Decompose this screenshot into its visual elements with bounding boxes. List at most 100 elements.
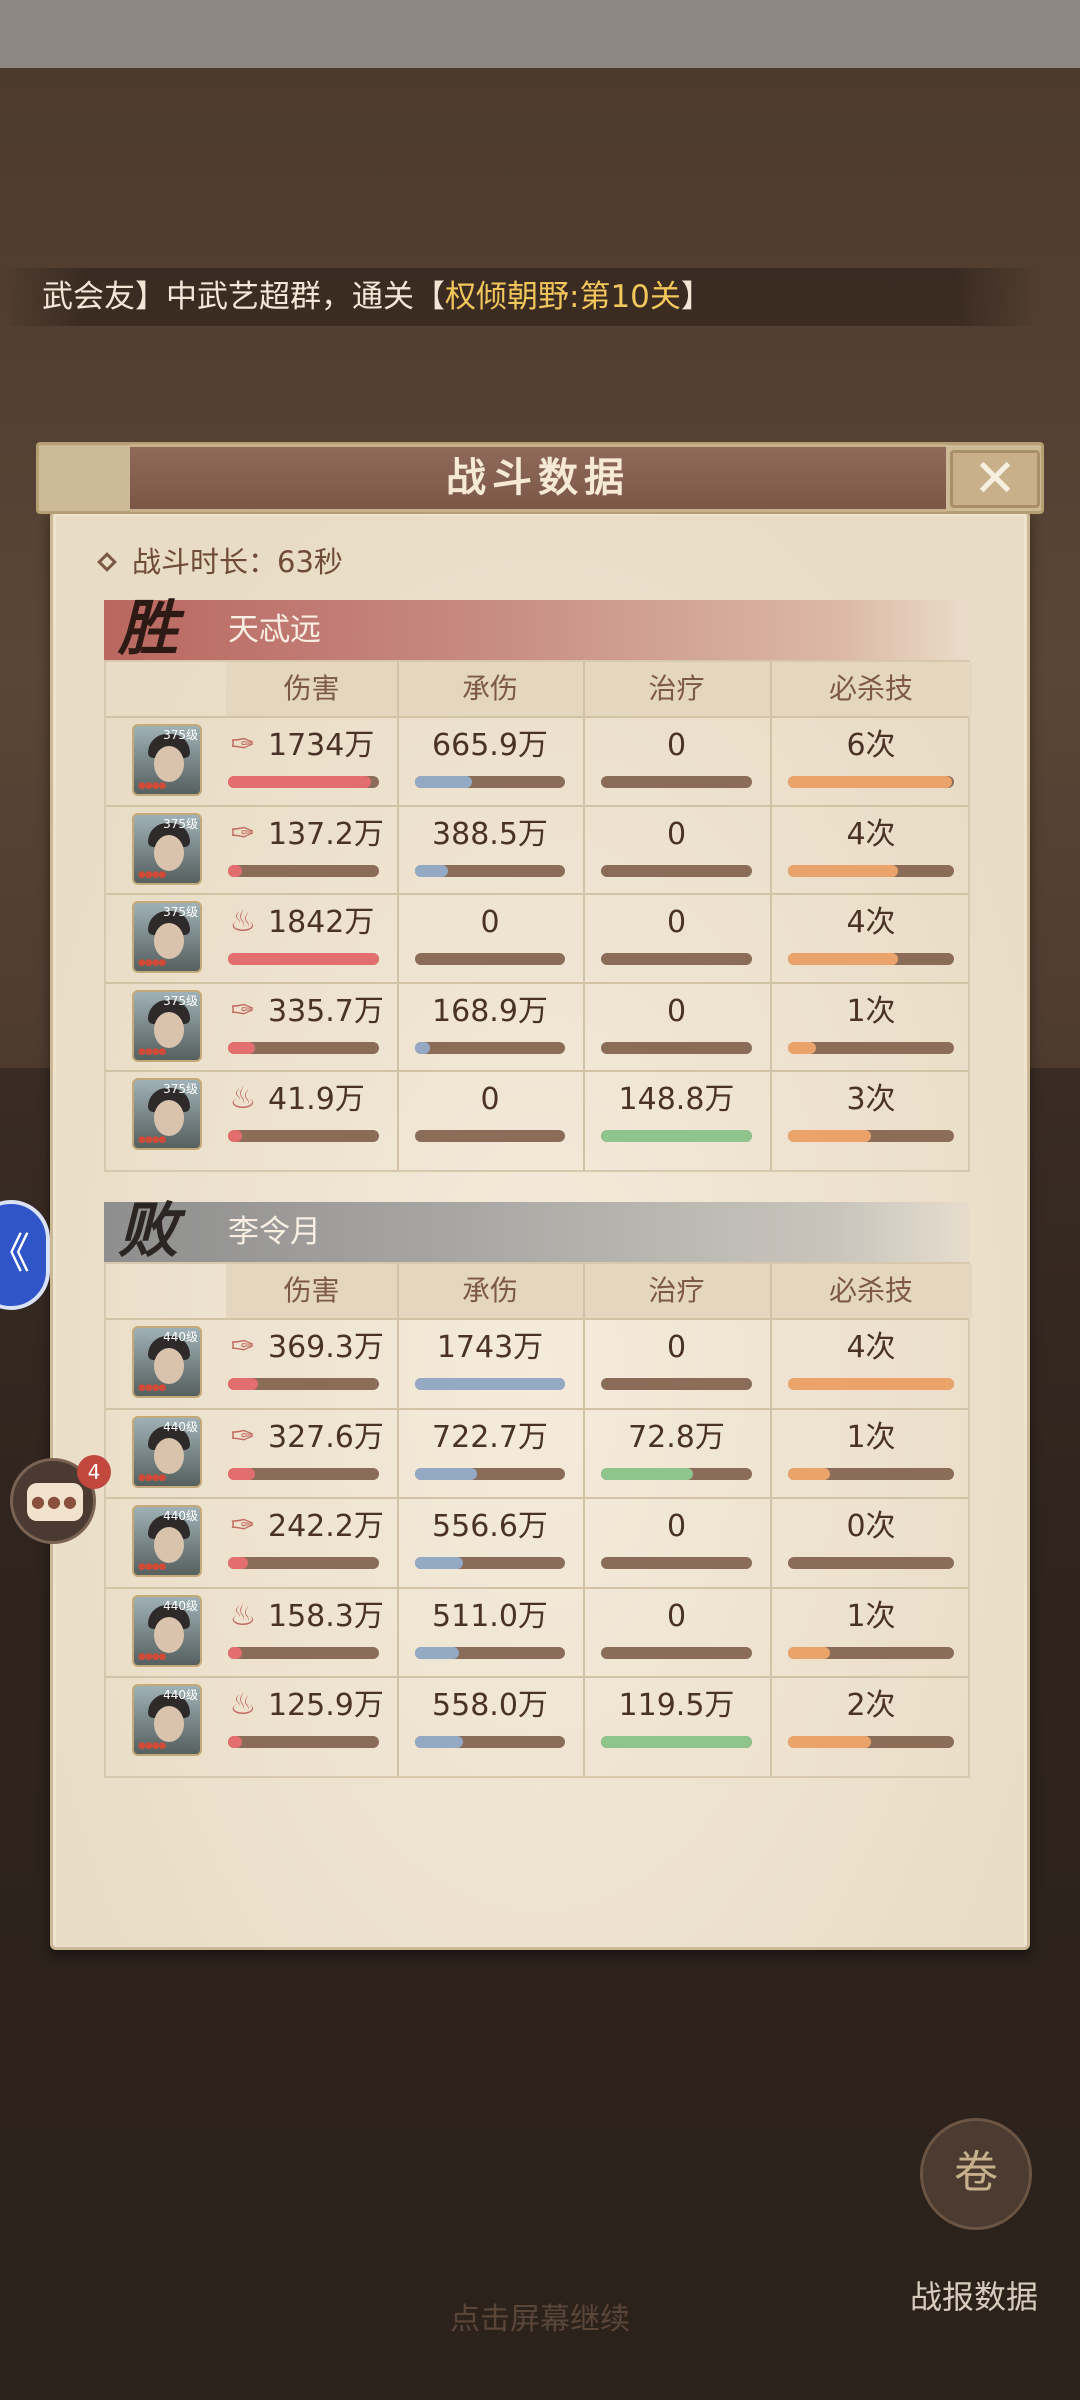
announcement-marquee: 武会友】中武艺超群，通关【权倾朝野:第10关】 [0, 268, 1040, 326]
marquee-text-1: 武会友】中武艺超群，通关【 [42, 279, 445, 315]
stat-bar-fill [228, 864, 242, 877]
hero-avatar[interactable]: 440级 ●●●● [132, 1326, 202, 1398]
battle-report-button[interactable]: 卷 [920, 2118, 1032, 2230]
stat-skill: 4次 [846, 905, 896, 940]
stat-bar-damage [228, 1557, 379, 1569]
battle-report-label[interactable]: 战报数据 [910, 2272, 1038, 2318]
speed-icon: 《 [0, 1229, 30, 1278]
hero-stat-row: 375级 ●●●● ✑ 1734万 665.9万 0 6次 [106, 716, 968, 805]
star-pips: ●●●● [138, 1472, 166, 1483]
stat-bar-damage [228, 1378, 379, 1390]
stat-bar-fill [788, 864, 898, 877]
header-heal: 治疗 [583, 662, 770, 716]
stat-damage: 327.6万 [268, 1419, 384, 1455]
stat-damage: 1842万 [268, 905, 375, 940]
stat-bar-fill [415, 1646, 459, 1659]
chat-button[interactable]: ●●● 4 [10, 1455, 111, 1544]
stat-bar-skill [788, 1467, 954, 1480]
stat-taken: 722.7万 [432, 1419, 548, 1455]
stat-bar-heal [601, 1467, 752, 1480]
stat-bar-skill [788, 953, 954, 965]
star-pips: ●●●● [138, 958, 166, 968]
speed-button[interactable]: 《 [0, 1200, 50, 1310]
hero-avatar[interactable]: 375级 ●●●● [132, 901, 202, 973]
stat-bar-fill [228, 776, 372, 788]
stat-bar-damage [228, 864, 379, 877]
avatar-face [154, 834, 184, 871]
avatar-face [154, 746, 184, 782]
avatar-face [154, 1011, 184, 1048]
stat-bar-fill [415, 864, 448, 877]
stat-bar-fill [788, 1130, 871, 1142]
stat-heal: 0 [666, 1509, 687, 1544]
close-button[interactable]: ✕ [950, 450, 1040, 508]
defeat-badge: 败 [118, 1196, 178, 1266]
stat-heal: 119.5万 [618, 1688, 735, 1723]
stat-bar-taken [415, 776, 565, 788]
hero-level: 375级 [163, 993, 198, 1008]
header-heal: 治疗 [583, 1264, 770, 1318]
loser-stats-table: 伤害 承伤 治疗 必杀技 440级 ●●●● ✑ 369.3万 1743万 0 4次 440级 ●●●●… [104, 1262, 972, 1778]
star-pips: ●●●● [138, 1651, 166, 1662]
scroll-icon: 卷 [954, 2147, 998, 2198]
stat-bar-taken [415, 1041, 565, 1054]
stat-bar-skill [788, 1130, 954, 1142]
avatar-face [154, 1348, 184, 1384]
hero-avatar[interactable]: 375级 ●●●● [132, 724, 202, 796]
hero-avatar[interactable]: 440级 ●●●● [132, 1415, 202, 1488]
wind-element-icon: ✑ [230, 1418, 256, 1454]
wind-element-icon: ✑ [230, 992, 256, 1028]
panel-title: 战斗数据 [446, 455, 630, 501]
battle-duration: 战斗时长：63秒 [97, 540, 343, 584]
stat-taken: 665.9万 [432, 728, 548, 763]
hero-avatar[interactable]: 440级 ●●●● [132, 1594, 202, 1667]
stat-bar-taken [415, 1130, 565, 1142]
stat-bar-damage [228, 1041, 379, 1054]
stat-bar-damage [228, 953, 379, 965]
hero-level: 375级 [163, 1082, 198, 1096]
stat-bar-fill [788, 953, 898, 965]
avatar-face [154, 1527, 184, 1563]
stat-heal: 0 [666, 993, 687, 1029]
stat-damage: 125.9万 [268, 1688, 384, 1723]
stat-bar-fill [228, 953, 379, 965]
hero-stat-row: 375级 ●●●● ♨ 1842万 0 0 4次 [106, 893, 968, 982]
stat-bar-fill [228, 1467, 256, 1480]
stat-bar-skill [788, 1736, 954, 1748]
stat-skill: 4次 [846, 816, 896, 852]
winner-stats-table: 伤害 承伤 治疗 必杀技 375级 ●●●● ✑ 1734万 665.9万 0 6次 375级 ●●●●… [104, 660, 972, 1172]
fire-element-icon: ♨ [229, 904, 257, 939]
stat-damage: 41.9万 [268, 1082, 365, 1117]
stat-bar-fill [788, 1041, 817, 1054]
stat-bar-fill [228, 1378, 259, 1390]
hero-avatar[interactable]: 440级 ●●●● [132, 1505, 202, 1577]
star-pips: ●●●● [138, 1562, 166, 1572]
stat-taken: 168.9万 [432, 993, 548, 1029]
close-icon: ✕ [973, 449, 1017, 509]
hero-stat-row: 375级 ●●●● ✑ 137.2万 388.5万 0 4次 [106, 805, 968, 894]
stat-bar-fill [788, 776, 953, 788]
stat-bar-skill [788, 776, 954, 788]
star-pips: ●●●● [138, 1741, 166, 1751]
hero-avatar[interactable]: 440级 ●●●● [132, 1684, 202, 1756]
hero-avatar[interactable]: 375级 ●●●● [132, 812, 202, 885]
hero-stat-row: 440级 ●●●● ✑ 327.6万 722.7万 72.8万 1次 [106, 1408, 968, 1498]
stat-bar-taken [415, 953, 565, 965]
hero-avatar[interactable]: 375级 ●●●● [132, 1078, 202, 1150]
stat-skill: 2次 [846, 1688, 896, 1723]
header-taken: 承伤 [397, 662, 583, 716]
stat-bar-taken [415, 1378, 565, 1390]
victory-badge: 胜 [118, 594, 178, 664]
stat-bar-heal [601, 1130, 752, 1142]
hero-avatar[interactable]: 375级 ●●●● [132, 989, 202, 1062]
avatar-face [154, 923, 184, 959]
stat-bar-heal [601, 1736, 752, 1748]
chat-icon: ●●● [27, 1483, 83, 1521]
stat-skill: 1次 [846, 993, 896, 1029]
hero-stat-row: 440级 ●●●● ♨ 158.3万 511.0万 0 1次 [106, 1587, 968, 1677]
stat-bar-fill [228, 1041, 256, 1054]
wind-element-icon: ✑ [230, 1508, 256, 1543]
stat-heal: 0 [666, 1598, 687, 1634]
star-pips: ●●●● [138, 1046, 166, 1057]
stat-bar-heal [601, 1378, 752, 1390]
